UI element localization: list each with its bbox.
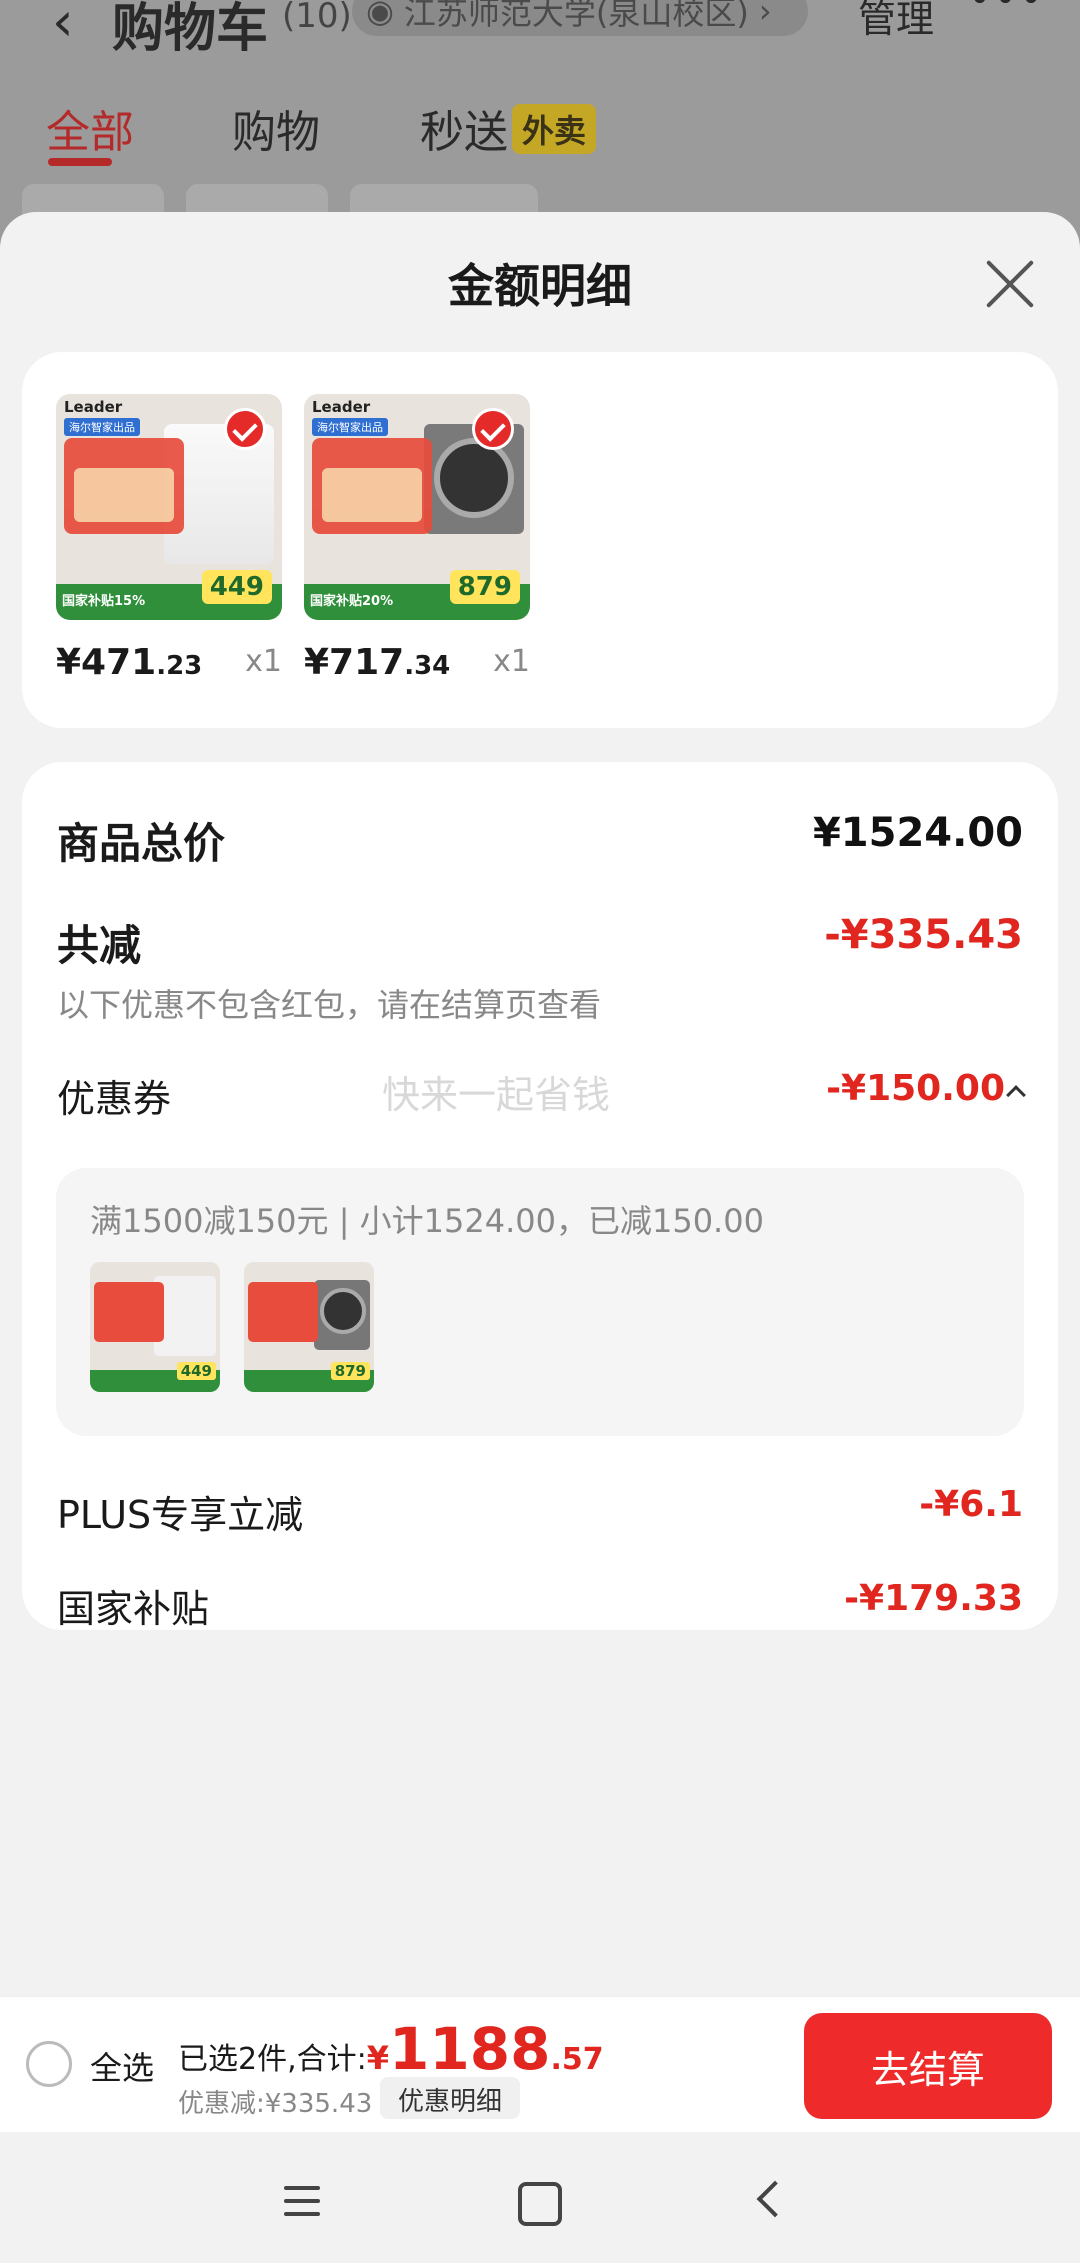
manage-link: 管理 bbox=[858, 0, 935, 41]
chevron-up-icon[interactable] bbox=[1006, 1085, 1026, 1105]
price-int: ¥471 bbox=[56, 642, 157, 683]
close-icon[interactable] bbox=[982, 256, 1038, 312]
product-qty: x1 bbox=[493, 644, 530, 679]
subsidy-row: 国家补贴 -¥179.33 bbox=[57, 1578, 1023, 1634]
reduce-value: -¥335.43 bbox=[824, 912, 1023, 958]
menu-line bbox=[284, 2212, 320, 2216]
tab-all: 全部 bbox=[46, 107, 134, 158]
subsidy-tag: 国家补贴15% bbox=[62, 594, 146, 609]
discount-detail-button[interactable]: 优惠明细 bbox=[380, 2077, 521, 2119]
product-image: Leader 海尔智家出品 国家补贴20% 879 bbox=[304, 394, 530, 620]
delivery-badge: 外卖 bbox=[512, 104, 597, 154]
back-nav-icon[interactable] bbox=[730, 2166, 810, 2236]
currency-symbol: ¥ bbox=[366, 2039, 389, 2077]
tab-instant: 秒送 bbox=[420, 107, 508, 158]
total-label: 商品总价 bbox=[57, 819, 226, 868]
product-card: Leader 海尔智家出品 国家补贴15% 449 ¥471.23 x1 Lea… bbox=[22, 352, 1058, 728]
home-icon[interactable] bbox=[496, 2166, 576, 2236]
subsidy-label: 国家补贴 bbox=[57, 1587, 210, 1631]
plus-row: PLUS专享立减 -¥6.1 bbox=[57, 1484, 1023, 1540]
menu-line bbox=[284, 2186, 320, 2190]
chevron-right-icon: › bbox=[758, 0, 772, 30]
thumb-drum bbox=[320, 1288, 366, 1334]
cart-title: 购物车 bbox=[112, 0, 269, 59]
checked-icon bbox=[224, 408, 266, 450]
coupon-product-thumb: 449 bbox=[90, 1262, 220, 1392]
amount-detail-sheet: 金额明细 Leader 海尔智家出品 国家补贴15% 449 ¥471.23 x… bbox=[0, 212, 1080, 2263]
image-price: 449 bbox=[201, 570, 272, 604]
brand-logo: Leader bbox=[312, 398, 371, 416]
select-all-radio[interactable] bbox=[26, 2041, 72, 2087]
cart-count: (10) bbox=[282, 0, 352, 36]
thumb-price: 449 bbox=[176, 1362, 216, 1380]
total-value: ¥1524.00 bbox=[812, 810, 1023, 856]
discount-text: 优惠减:¥335.43 bbox=[178, 2089, 373, 2119]
checked-icon bbox=[472, 408, 514, 450]
reduce-note: 以下优惠不包含红包，请在结算页查看 bbox=[57, 986, 602, 1024]
plus-value: -¥6.1 bbox=[919, 1484, 1023, 1525]
product-item[interactable]: Leader 海尔智家出品 国家补贴15% 449 ¥471.23 x1 bbox=[56, 394, 282, 683]
price-int: ¥717 bbox=[304, 642, 405, 683]
coupon-label: 优惠券 bbox=[57, 1077, 172, 1121]
background-page: ‹ 购物车 (10) ◉ 江苏师范大学(泉山校区) › 管理 ••• 全部 购物… bbox=[0, 0, 1080, 254]
thumb-promo bbox=[94, 1282, 164, 1342]
price-detail-card: 商品总价 ¥1524.00 共减 -¥335.43 以下优惠不包含红包，请在结算… bbox=[22, 762, 1058, 1631]
product-price: ¥717.34 bbox=[304, 642, 450, 683]
promo-graphic bbox=[64, 438, 184, 534]
back-icon: ‹ bbox=[52, 0, 74, 53]
coupon-row[interactable]: 优惠券 -¥150.00 bbox=[57, 1068, 1026, 1124]
menu-line bbox=[284, 2199, 320, 2203]
system-nav-bar bbox=[0, 2132, 1080, 2263]
thumb-promo bbox=[248, 1282, 318, 1342]
total-dec: .57 bbox=[550, 2042, 604, 2077]
location-chip: ◉ 江苏师范大学(泉山校区) › bbox=[352, 0, 808, 36]
subsidy-value: -¥179.33 bbox=[844, 1578, 1023, 1619]
reduce-row: 共减 -¥335.43 bbox=[57, 912, 1023, 972]
eye-icon: ◉ bbox=[366, 0, 394, 30]
brand-logo: Leader bbox=[64, 398, 123, 416]
total-int: 1188 bbox=[389, 2015, 551, 2083]
brand-tag: 海尔智家出品 bbox=[64, 418, 140, 436]
image-price: 879 bbox=[449, 570, 520, 604]
product-qty: x1 bbox=[245, 644, 282, 679]
recent-apps-icon[interactable] bbox=[262, 2166, 342, 2236]
brand-tag: 海尔智家出品 bbox=[312, 418, 388, 436]
reduce-label: 共减 bbox=[57, 921, 142, 970]
location-text: 江苏师范大学(泉山校区) bbox=[403, 0, 749, 32]
tab-indicator bbox=[48, 158, 112, 166]
coupon-detail-text: 满1500减150元 | 小计1524.00，已减150.00 bbox=[90, 1202, 764, 1240]
sheet-title: 金额明细 bbox=[448, 259, 632, 313]
washer-drum bbox=[434, 438, 514, 518]
coupon-detail-box: 满1500减150元 | 小计1524.00，已减150.00 449 879 bbox=[56, 1168, 1024, 1436]
product-item[interactable]: Leader 海尔智家出品 国家补贴20% 879 ¥717.34 x1 bbox=[304, 394, 530, 683]
checkout-bar: 全选 已选2件,合计:¥1188.57 优惠减:¥335.43 优惠明细 去结算 bbox=[0, 1996, 1080, 2132]
select-all-label[interactable]: 全选 bbox=[90, 2043, 154, 2089]
product-image: Leader 海尔智家出品 国家补贴15% 449 bbox=[56, 394, 282, 620]
coupon-product-thumb: 879 bbox=[244, 1262, 374, 1392]
selection-summary: 已选2件,合计:¥1188.57 bbox=[178, 2015, 604, 2083]
total-row: 商品总价 ¥1524.00 bbox=[57, 810, 1023, 870]
plus-label: PLUS专享立减 bbox=[57, 1493, 304, 1537]
product-price: ¥471.23 bbox=[56, 642, 202, 683]
summary-prefix: 已选2件,合计: bbox=[178, 2042, 367, 2077]
thumb-price: 879 bbox=[330, 1362, 370, 1380]
price-dec: .34 bbox=[404, 651, 451, 681]
price-dec: .23 bbox=[156, 651, 203, 681]
checkout-button[interactable]: 去结算 bbox=[804, 2013, 1052, 2119]
more-icon: ••• bbox=[968, 0, 1045, 22]
promo-graphic bbox=[312, 438, 432, 534]
subsidy-tag: 国家补贴20% bbox=[310, 594, 394, 609]
coupon-value: -¥150.00 bbox=[826, 1068, 1005, 1109]
tab-shopping: 购物 bbox=[232, 107, 320, 158]
